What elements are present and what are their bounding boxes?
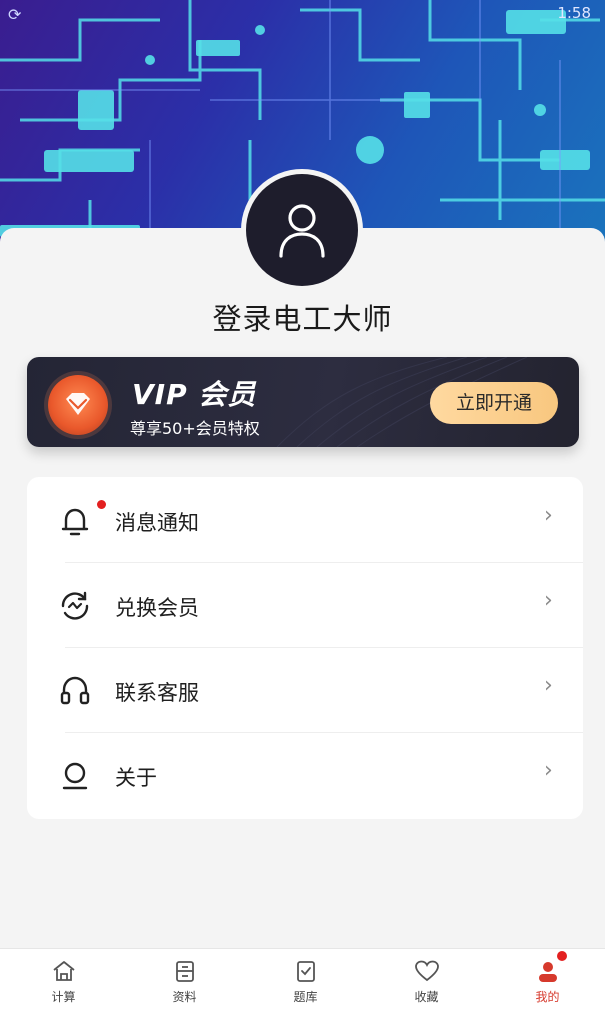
menu-item-redeem-membership[interactable]: 兑换会员 › [27, 562, 583, 647]
tab-label: 资料 [172, 990, 197, 1004]
tab-calculate[interactable]: 计算 [3, 949, 124, 1009]
status-time: 1:58 [557, 4, 591, 22]
login-title[interactable]: 登录电工大师 [0, 296, 605, 338]
vip-badge [48, 375, 108, 435]
exchange-icon [61, 591, 89, 620]
notification-dot [97, 500, 106, 509]
chevron-right-icon: › [544, 758, 553, 783]
tab-question-bank[interactable]: 题库 [245, 949, 366, 1009]
tab-favorites[interactable]: 收藏 [366, 949, 487, 1009]
tab-label: 计算 [51, 990, 76, 1004]
menu-item-label: 消息通知 [115, 511, 199, 535]
menu-item-notifications[interactable]: 消息通知 › [27, 477, 583, 562]
about-icon [62, 762, 88, 790]
diamond-icon [66, 393, 90, 415]
quiz-icon [297, 961, 315, 982]
profile-icon [539, 962, 557, 982]
vip-open-button[interactable]: 立即开通 [430, 382, 558, 424]
user-icon [279, 204, 325, 258]
sync-icon: ⟳ [8, 5, 22, 24]
tab-label: 题库 [293, 990, 318, 1004]
headset-icon [60, 676, 90, 705]
vip-subtitle: 尊享50+会员特权 [130, 419, 260, 438]
settings-menu: 消息通知 › 兑换会员 › 联系客服 › 关于 › [27, 477, 583, 819]
avatar[interactable] [246, 174, 358, 286]
tab-materials[interactable]: 资料 [124, 949, 245, 1009]
menu-item-contact-support[interactable]: 联系客服 › [27, 647, 583, 732]
menu-item-label: 关于 [115, 766, 157, 790]
menu-item-label: 联系客服 [115, 681, 199, 705]
chevron-right-icon: › [544, 673, 553, 698]
menu-item-about[interactable]: 关于 › [27, 732, 583, 817]
tab-label: 收藏 [414, 990, 439, 1004]
vip-title: VIP 会员 [132, 378, 257, 411]
tab-notification-dot [557, 951, 567, 961]
chevron-right-icon: › [544, 588, 553, 613]
menu-item-label: 兑换会员 [115, 596, 199, 620]
bottom-tab-bar: 计算 资料 题库 收藏 我的 [0, 948, 605, 1009]
status-bar: ⟳ 1:58 [0, 0, 605, 30]
chevron-right-icon: › [544, 503, 553, 528]
bell-icon [61, 508, 89, 536]
tab-label: 我的 [535, 990, 560, 1004]
tab-mine[interactable]: 我的 [487, 949, 605, 1009]
home-icon [53, 961, 75, 981]
vip-card[interactable]: VIP 会员 尊享50+会员特权 立即开通 [27, 357, 579, 447]
document-icon [176, 961, 194, 982]
heart-icon [415, 960, 439, 982]
